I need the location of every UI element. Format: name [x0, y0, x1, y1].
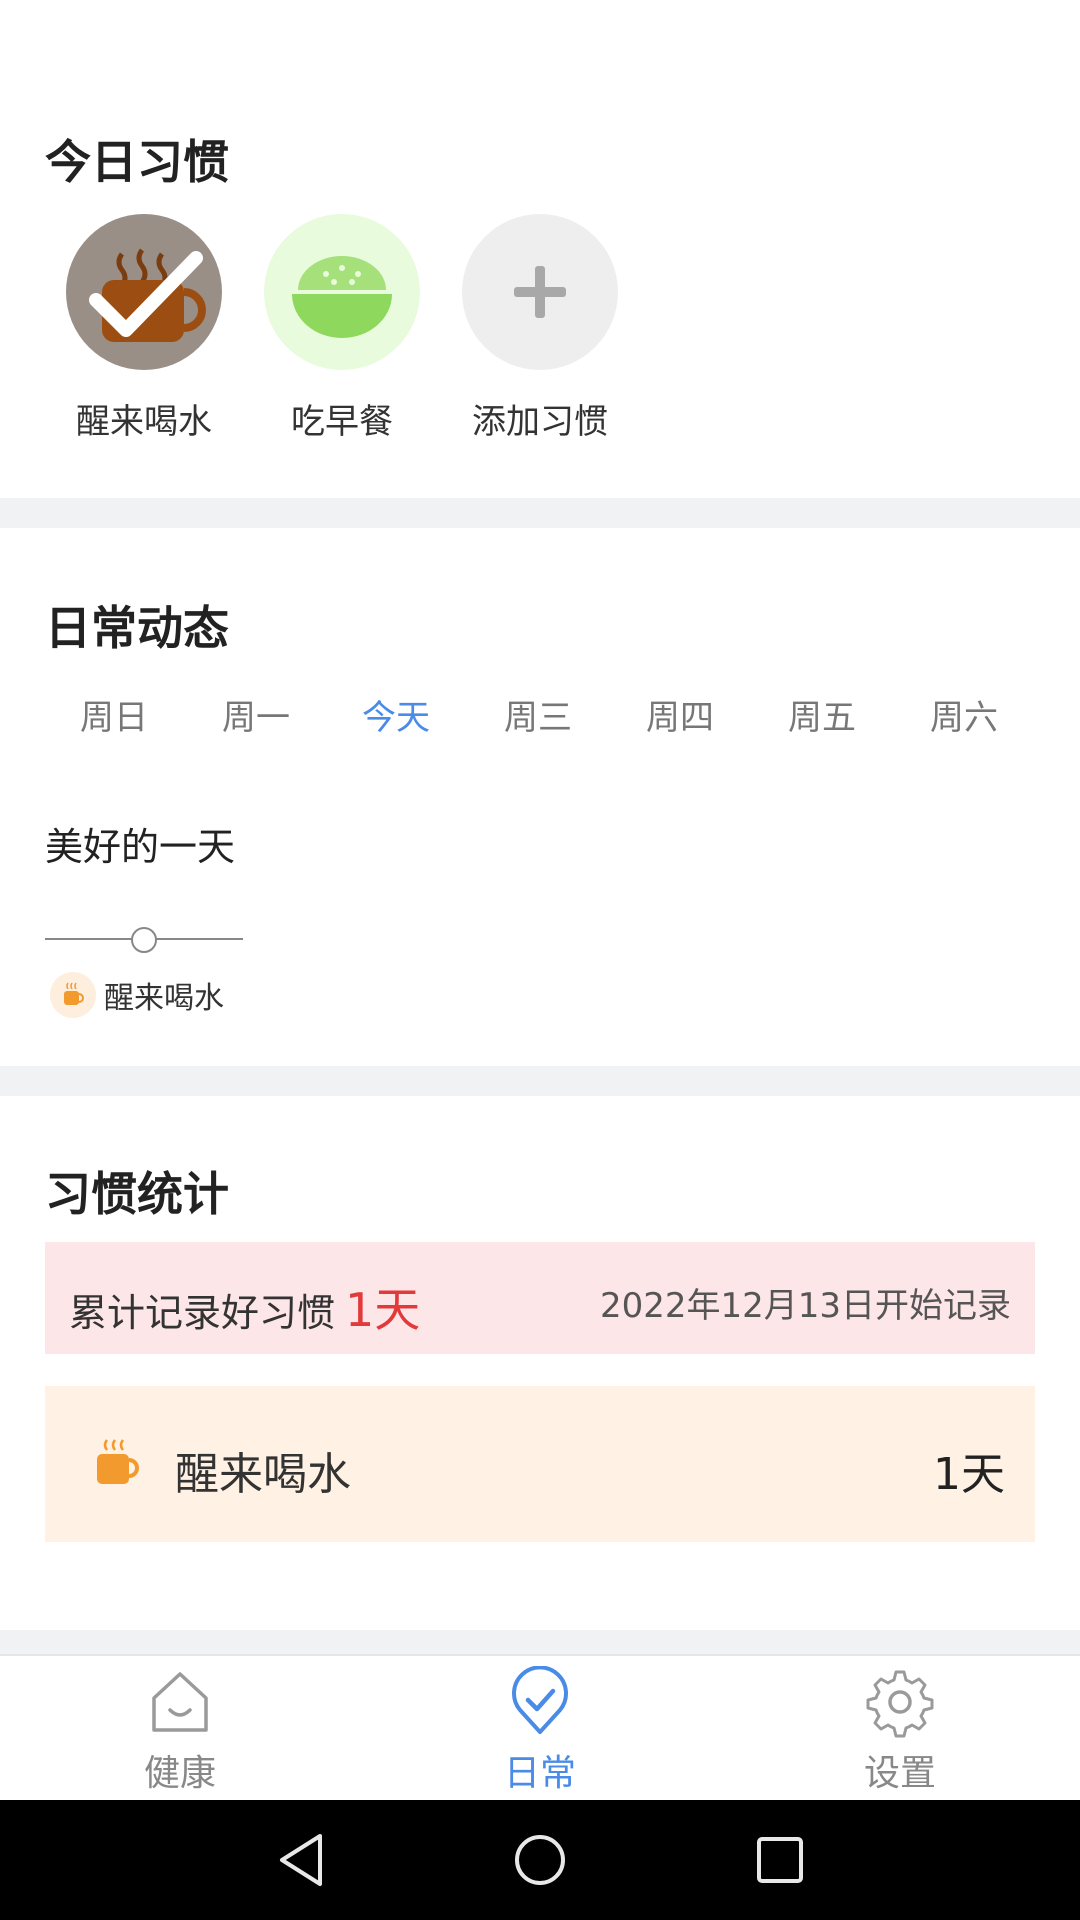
daily-title: 日常动态 — [45, 601, 229, 655]
habit-item-wake-water[interactable]: 醒来喝水 — [64, 214, 224, 443]
stats-title: 习惯统计 — [45, 1167, 229, 1221]
habit-item-breakfast[interactable]: 吃早餐 — [262, 214, 422, 443]
habit-app-page: 今日习惯 醒来喝水 吃早餐 添加习惯 日常动态 周日 周一 今天 周三 周四 周… — [0, 0, 1080, 1920]
total-record-card: 累计记录好习惯 1天 2022年12月13日开始记录 — [45, 1242, 1035, 1354]
nav-item-daily[interactable]: 日常 — [460, 1665, 620, 1796]
nav-item-health[interactable]: 健康 — [100, 1666, 260, 1796]
today-habits-title: 今日习惯 — [45, 135, 229, 189]
total-record-text: 累计记录好习惯 1天 — [69, 1274, 420, 1340]
habit-stat-name: 醒来喝水 — [175, 1449, 351, 1500]
habit-label: 吃早餐 — [291, 402, 393, 442]
tab-thursday[interactable]: 周四 — [620, 690, 740, 739]
tab-saturday[interactable]: 周六 — [904, 690, 1024, 739]
total-record-value: 1天 — [345, 1283, 421, 1337]
bottom-navigation: 健康 日常 设置 — [0, 1654, 1080, 1802]
habit-item-add[interactable]: 添加习惯 — [460, 214, 620, 443]
timeline-entry-label: 醒来喝水 — [104, 981, 224, 1016]
rice-bowl-icon — [292, 256, 392, 338]
tab-sunday[interactable]: 周日 — [54, 690, 174, 739]
nav-item-settings[interactable]: 设置 — [820, 1666, 980, 1796]
coffee-cup-icon — [89, 1436, 145, 1496]
plus-icon — [514, 266, 566, 318]
day-title: 美好的一天 — [45, 825, 236, 869]
coffee-cup-icon — [89, 248, 206, 342]
habit-circle — [264, 214, 420, 370]
house-smile-icon — [152, 1672, 208, 1732]
habit-label: 添加习惯 — [472, 402, 608, 442]
tab-friday[interactable]: 周五 — [762, 690, 882, 739]
gear-icon — [866, 1670, 934, 1738]
nav-label: 日常 — [503, 1753, 576, 1794]
tab-today[interactable]: 今天 — [336, 690, 456, 739]
section-divider — [0, 1630, 1080, 1654]
habit-stat-row[interactable]: 醒来喝水 1天 — [45, 1386, 1035, 1542]
timeline-entry[interactable]: 醒来喝水 — [50, 972, 224, 1018]
nav-label: 设置 — [863, 1753, 936, 1794]
home-icon[interactable] — [512, 1830, 568, 1890]
habit-stat-days: 1天 — [933, 1449, 1005, 1500]
section-divider — [0, 498, 1080, 528]
timeline-dot — [131, 927, 157, 953]
tab-monday[interactable]: 周一 — [196, 690, 316, 739]
nav-label: 健康 — [143, 1753, 216, 1794]
habit-circle — [462, 214, 618, 370]
coffee-cup-icon — [50, 972, 96, 1018]
habit-circle — [66, 214, 222, 370]
record-start-date: 2022年12月13日开始记录 — [599, 1286, 1011, 1326]
tab-wednesday[interactable]: 周三 — [478, 690, 598, 739]
habit-label: 醒来喝水 — [76, 402, 212, 442]
system-navigation-bar — [0, 1800, 1080, 1920]
section-divider — [0, 1066, 1080, 1096]
recents-icon[interactable] — [752, 1830, 808, 1890]
back-icon[interactable] — [274, 1830, 330, 1890]
check-badge-icon — [512, 1665, 568, 1734]
total-record-label: 累计记录好习惯 — [69, 1291, 336, 1335]
